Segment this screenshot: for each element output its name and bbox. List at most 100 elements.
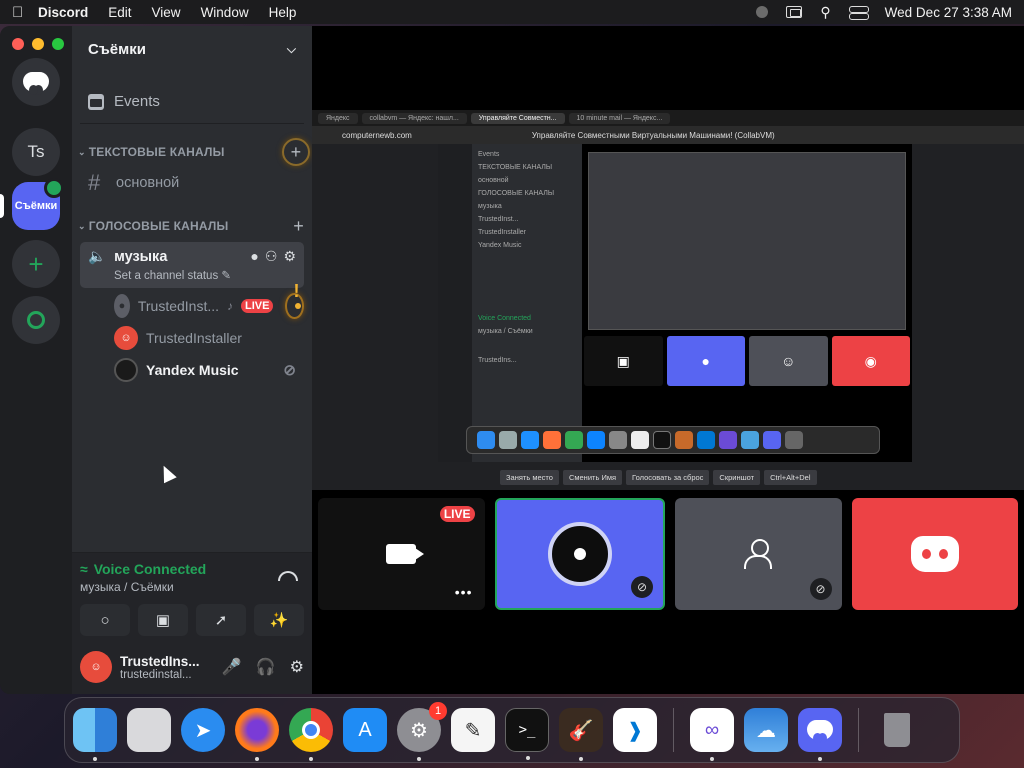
safari-icon[interactable]: ➤ [181,708,225,752]
system-settings-icon[interactable]: ⚙ 1 [397,702,447,761]
chat-icon[interactable]: ● [250,248,258,265]
menu-app-name[interactable]: Discord [38,5,88,20]
voice-connection-panel: ≈ Voice Connected музыка / Съёмки ○ ▣ ➚ … [72,552,312,694]
calendar-icon [88,93,104,110]
vm-dock [466,426,880,454]
spotlight-search-icon[interactable]: ⚲ [820,4,830,21]
screen-share-button[interactable]: ▣ [138,604,188,636]
guild-name: Съёмки [88,40,146,58]
direct-messages-button[interactable] [12,58,60,106]
server-active[interactable]: Съёмки [12,178,64,230]
firefox-icon[interactable] [235,708,279,761]
discord-window: Ts Съёмки + Съёмки ⌵ Events ⌄ ТЕКСТОВЫЕ … [0,26,1024,694]
guild-header[interactable]: Съёмки ⌵ [72,26,312,72]
minimize-window-button[interactable] [32,38,44,50]
vm-tile: ☺ [749,336,828,386]
video-camera-icon [386,544,425,564]
app-store-icon[interactable]: A [343,708,387,752]
notice-indicator-icon[interactable] [285,281,304,319]
events-link[interactable]: Events [80,80,304,124]
menu-window[interactable]: Window [201,5,249,20]
vm-sidebar-text: TrustedInstaller [478,229,526,236]
soundboard-button[interactable]: ✨ [254,604,304,636]
voice-member-1[interactable]: ● TrustedInst... ♪ LIVE [114,281,304,320]
voice-member-2[interactable]: ☺ TrustedInstaller [114,324,304,352]
channel-status[interactable]: Set a channel status ✎ [114,268,296,282]
muted-icon: ⊘ [809,578,832,600]
chrome-icon[interactable] [289,708,333,761]
vm-sidebar-text: Events [478,151,500,158]
server-active-label: Съёмки [14,200,58,212]
stream-tile[interactable]: LIVE ••• [318,498,485,610]
menu-edit[interactable]: Edit [108,5,131,20]
channel-main[interactable]: # основной [80,168,304,198]
vm-sidebar-text: музыка / Съёмки [478,328,533,335]
category-text-label: ТЕКСТОВЫЕ КАНАЛЫ [88,145,225,159]
invite-user-icon[interactable]: ⚇ [265,248,278,265]
vm-tile: ▣ [584,336,663,386]
stream-tab: collabvm — Яндекс: нашл... [361,112,467,124]
stream-page-title: Управляйте Совместными Виртуальными Маши… [531,130,775,140]
more-options-icon[interactable]: ••• [455,584,473,600]
dock-separator [673,708,674,752]
stream-tab: Яндекс [318,112,358,124]
menu-view[interactable]: View [152,5,181,20]
discord-icon[interactable] [798,708,842,761]
create-text-channel-button[interactable]: + [282,138,310,166]
stream-view[interactable]: Яндекс collabvm — Яндекс: нашл... Управл… [312,110,1024,490]
headphones-icon[interactable]: 🎧 [256,657,276,677]
discord-logo-icon [23,72,49,95]
discord-logo-icon [910,536,959,572]
gear-icon[interactable]: ⚙ [290,657,304,677]
vm-screen: Events ТЕКСТОВЫЕ КАНАЛЫ основной ГОЛОСОВ… [438,144,912,462]
zoom-window-button[interactable] [52,38,64,50]
vm-sidebar-text: основной [478,177,509,184]
vscode-icon[interactable]: ❱ [613,708,657,752]
record-status-icon[interactable] [756,6,769,18]
garageband-icon[interactable]: 🎸 [559,708,603,761]
stream-tab: 10 minute mail — Яндекс... [568,112,671,124]
notification-badge: 1 [429,702,447,720]
voice-speaker-icon [44,178,64,198]
activities-button[interactable]: ➚ [196,604,246,636]
terminal-icon[interactable]: >_ [505,708,549,760]
vm-screenshot: Скриншот [713,470,761,485]
camera-off-button[interactable]: ○ [80,604,130,636]
finder-icon[interactable] [73,708,117,761]
voice-channel-music[interactable]: 🔈 музыка Set a channel status ✎ ● ⚇ ⚙ [80,242,304,288]
avatar [114,358,138,382]
weather-icon[interactable]: ☁ [744,708,788,752]
explore-servers-button[interactable] [12,296,60,344]
avatar[interactable]: ☺ [80,651,112,683]
microphone-icon[interactable]: 🎤 [222,657,242,677]
visual-studio-icon[interactable]: ∞ [690,708,734,761]
control-center-icon[interactable] [848,6,869,20]
add-server-button[interactable]: + [12,240,60,288]
create-voice-channel-button[interactable]: + [293,216,304,237]
screen-mirroring-icon[interactable] [786,6,803,18]
hash-icon: # [88,170,101,195]
launchpad-icon[interactable] [127,708,171,752]
voice-connected-label[interactable]: Voice Connected [94,561,207,577]
close-window-button[interactable] [12,38,24,50]
participant-tile-trustedinstaller[interactable] [851,498,1018,610]
vm-ctrl-alt-del: Ctrl+Alt+Del [764,470,817,485]
gear-icon[interactable]: ⚙ [283,248,296,265]
trash-icon[interactable] [875,708,919,752]
member-name: TrustedInstaller [146,330,242,346]
chevron-down-icon: ⌄ [78,220,86,231]
participant-tile-user[interactable]: ⊘ [675,498,842,610]
user-display-name[interactable]: TrustedIns... [120,654,200,669]
category-text[interactable]: ⌄ ТЕКСТОВЫЕ КАНАЛЫ + [72,138,312,166]
voice-location[interactable]: музыка / Съёмки [80,580,304,594]
server-ts[interactable]: Ts [12,128,60,176]
vm-tile: ◉ [831,336,910,386]
participant-tile-yandex[interactable]: ⊘ [494,498,665,610]
apple-icon[interactable]:  [12,4,38,21]
stream-url: computernewb.com [342,130,412,140]
menu-help[interactable]: Help [269,5,297,20]
category-voice[interactable]: ⌄ ГОЛОСОВЫЕ КАНАЛЫ + [72,216,312,236]
menubar-clock[interactable]: Wed Dec 27 3:38 AM [885,5,1012,20]
textedit-icon[interactable]: ✎ [451,708,495,752]
voice-member-3[interactable]: Yandex Music ⊘ [114,356,304,384]
